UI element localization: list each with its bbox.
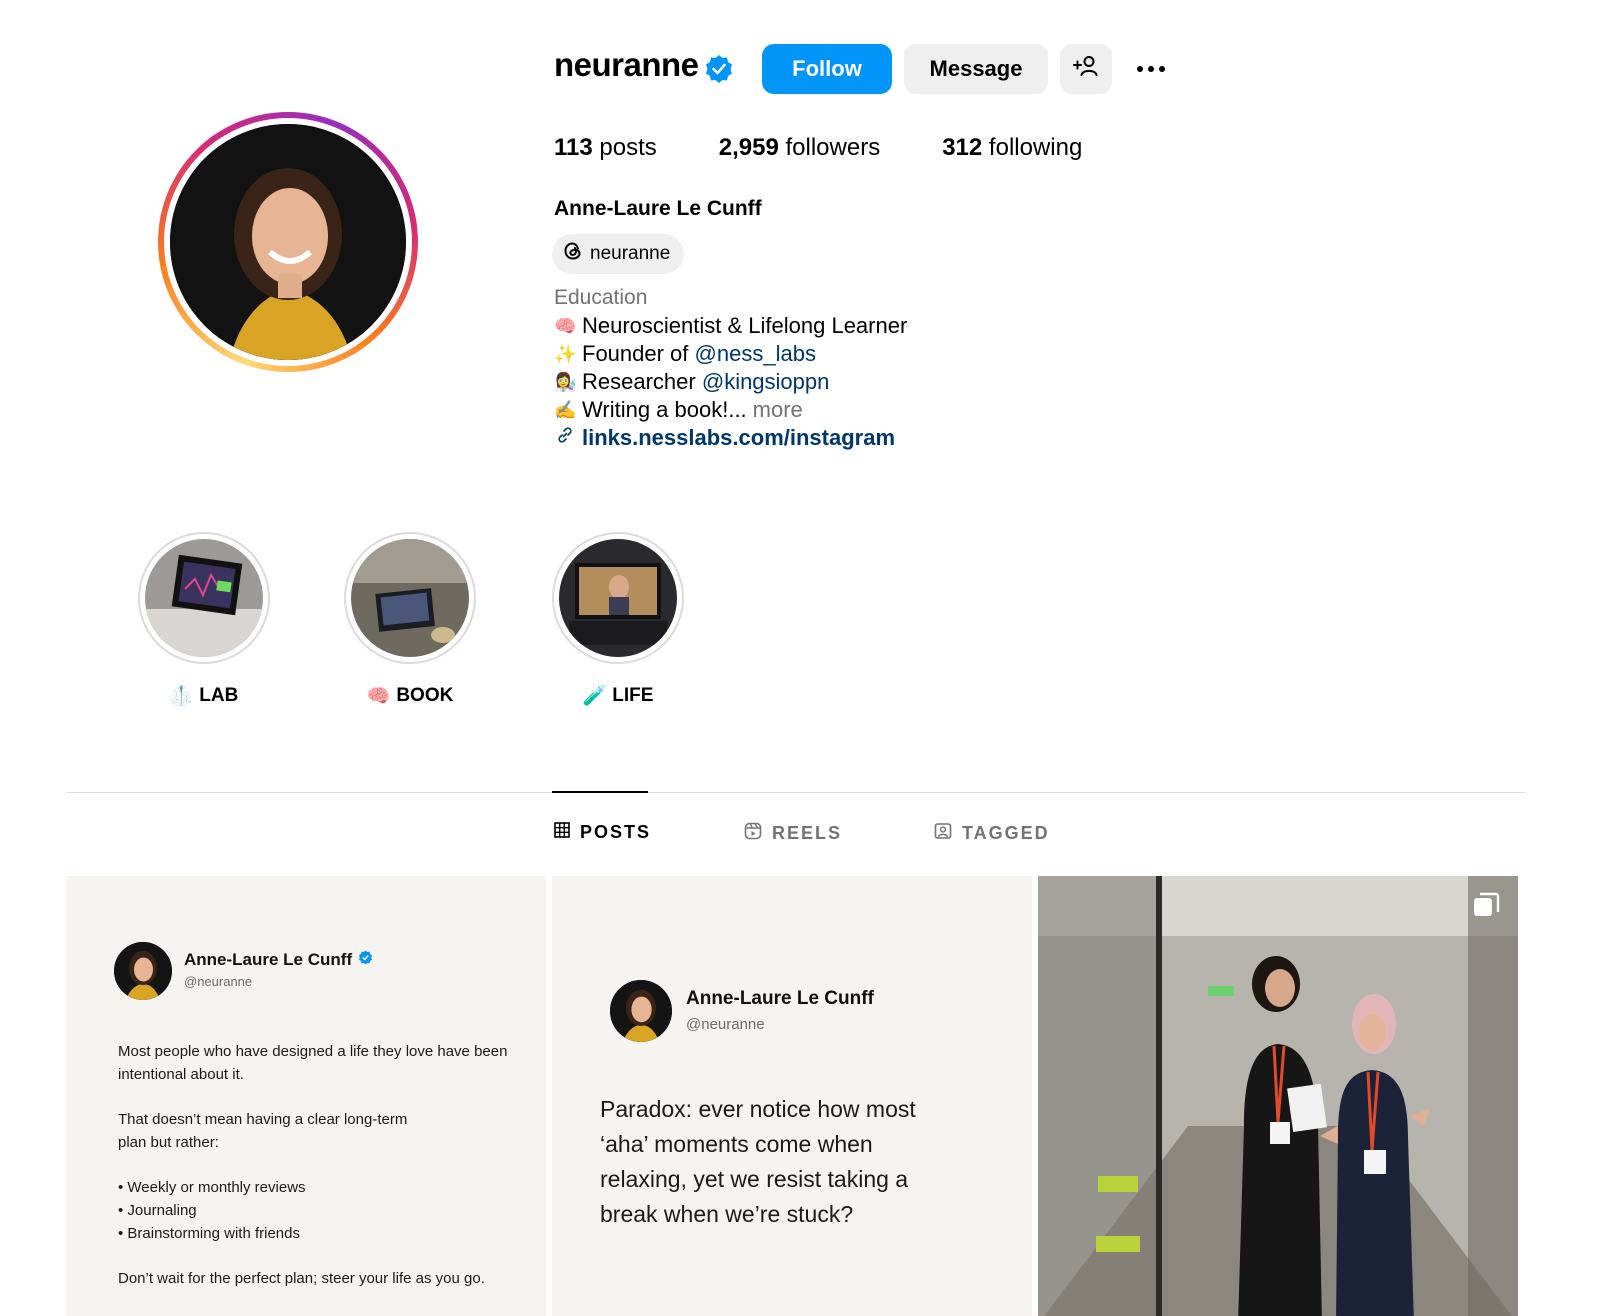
highlight-lab[interactable]: 🥼 LAB <box>138 532 270 708</box>
active-tab-indicator <box>552 791 648 793</box>
add-user-icon <box>1072 54 1100 84</box>
more-options-icon[interactable] <box>1128 54 1174 84</box>
lab-coat-emoji-icon: 🥼 <box>169 686 194 707</box>
post-text: Paradox: ever notice how most ‘aha’ mome… <box>600 1096 916 1227</box>
scientist-emoji-icon: 👩‍🔬 <box>554 372 577 392</box>
post-tile-3[interactable] <box>1038 876 1518 1316</box>
highlight-book[interactable]: 🧠 BOOK <box>344 532 476 708</box>
sparkles-emoji-icon: ✨ <box>554 344 577 364</box>
follow-button[interactable]: Follow <box>762 44 892 94</box>
highlight-cover <box>351 539 469 657</box>
suggest-user-button[interactable] <box>1060 44 1112 94</box>
profile-bio: 🧠 Neuroscientist & Lifelong Learner ✨ Foun… <box>554 313 908 452</box>
highlight-cover <box>559 539 677 657</box>
profile-avatar <box>170 124 406 360</box>
post-author-avatar <box>610 980 672 1042</box>
link-icon <box>554 424 576 452</box>
post-text: Most people who have designed a life the… <box>118 1043 508 1287</box>
highlight-cover <box>145 539 263 657</box>
verified-badge-icon <box>358 950 373 970</box>
profile-full-name: Anne-Laure Le Cunff <box>554 197 762 220</box>
carousel-icon <box>1472 892 1500 925</box>
brain-emoji-icon: 🧠 <box>366 686 391 707</box>
tab-reels[interactable]: REELS <box>744 822 842 845</box>
profile-avatar-ring[interactable] <box>158 112 418 372</box>
tagged-icon <box>934 822 952 845</box>
external-link[interactable]: links.nesslabs.com/instagram <box>582 424 895 452</box>
reels-icon <box>744 822 762 845</box>
mention-kingsioppn[interactable]: @kingsioppn <box>702 368 830 396</box>
tab-posts[interactable]: POSTS <box>554 822 651 843</box>
grid-icon <box>554 822 570 843</box>
post-author-handle: @neuranne <box>686 1016 765 1033</box>
post-tile-2[interactable]: Anne-Laure Le Cunff @neuranne Paradox: e… <box>552 876 1032 1316</box>
test-tube-emoji-icon: 🧪 <box>582 686 607 707</box>
threads-handle: neuranne <box>590 243 671 264</box>
following-count[interactable]: 312 following <box>942 134 1082 162</box>
post-author-avatar <box>114 942 172 1000</box>
message-button[interactable]: Message <box>904 44 1048 94</box>
profile-username: neuranne <box>554 46 699 83</box>
bio-more-link[interactable]: more <box>753 396 803 424</box>
brain-emoji-icon: 🧠 <box>554 316 577 336</box>
post-author-name: Anne-Laure Le Cunff <box>184 950 373 970</box>
post-author-name: Anne-Laure Le Cunff <box>686 988 874 1009</box>
mention-ness-labs[interactable]: @ness_labs <box>695 340 816 368</box>
threads-icon <box>562 240 584 268</box>
tabs-divider <box>66 792 1526 793</box>
post-photo <box>1038 876 1518 1316</box>
verified-badge-icon <box>704 54 734 84</box>
profile-stats: 113 posts 2,959 followers 312 following <box>554 134 1144 162</box>
post-author-handle: @neuranne <box>184 974 253 989</box>
post-tile-1[interactable]: Anne-Laure Le Cunff @neuranne Most peopl… <box>66 876 546 1316</box>
threads-profile-link[interactable]: neuranne <box>552 234 685 274</box>
writing-hand-emoji-icon: ✍️ <box>554 400 577 420</box>
profile-category: Education <box>554 286 648 309</box>
tab-tagged[interactable]: TAGGED <box>934 822 1050 845</box>
posts-count[interactable]: 113 posts <box>554 134 657 162</box>
highlight-life[interactable]: 🧪 LIFE <box>552 532 684 708</box>
followers-count[interactable]: 2,959 followers <box>719 134 880 162</box>
